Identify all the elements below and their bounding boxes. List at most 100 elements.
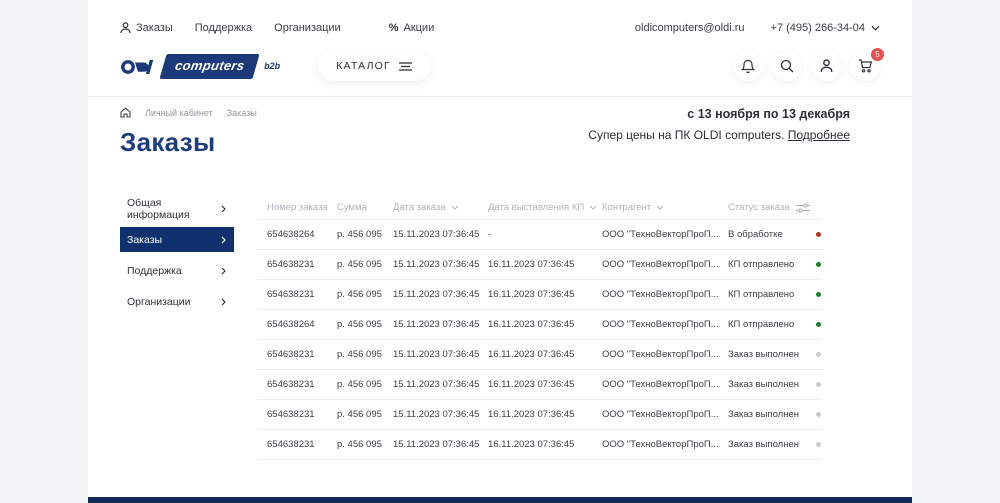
order-number-cell: 654638231 xyxy=(267,349,337,360)
kp-date-cell: 16.11.2023 07:36:45 xyxy=(488,349,602,360)
order-row[interactable]: 654638264 р. 456 095 15.11.2023 07:36:45… xyxy=(257,310,822,340)
column-header[interactable]: Контрагент xyxy=(602,202,728,213)
chevron-right-icon xyxy=(221,298,226,306)
order-date-cell: 15.11.2023 07:36:45 xyxy=(393,259,488,270)
order-row[interactable]: 654638231 р. 456 095 15.11.2023 07:36:45… xyxy=(257,430,822,460)
column-header-label: Номер заказа xyxy=(267,202,328,213)
home-icon[interactable] xyxy=(120,107,131,118)
phone-number: +7 (495) 266-34-04 xyxy=(771,22,865,34)
order-status-cell: Заказ выполнен xyxy=(728,349,816,360)
sidebar-item[interactable]: Поддержка xyxy=(120,258,234,283)
status-dot xyxy=(816,232,821,237)
kp-date-cell: 16.11.2023 07:36:45 xyxy=(488,409,602,420)
order-row[interactable]: 654638231 р. 456 095 15.11.2023 07:36:45… xyxy=(257,340,822,370)
status-dot xyxy=(816,382,821,387)
chevron-right-icon xyxy=(221,267,226,275)
kp-date-cell: 16.11.2023 07:36:45 xyxy=(488,289,602,300)
order-date-cell: 15.11.2023 07:36:45 xyxy=(393,409,488,420)
column-header-label: Сумма xyxy=(337,202,367,213)
order-status-cell: Заказ выполнен xyxy=(728,409,816,420)
order-row[interactable]: 654638231 р. 456 095 15.11.2023 07:36:45… xyxy=(257,370,822,400)
order-row[interactable]: 654638231 р. 456 095 15.11.2023 07:36:45… xyxy=(257,250,822,280)
main-header: computers b2b КАТАЛОГ 5 xyxy=(88,34,912,84)
order-sum-cell: р. 456 095 xyxy=(337,439,393,450)
status-dot-cell xyxy=(816,262,834,267)
table-filter-button[interactable] xyxy=(796,203,810,213)
promo-details-link[interactable]: Подробнее xyxy=(788,128,850,142)
sidebar-item-label: Общая информация xyxy=(127,197,221,221)
topnav-support[interactable]: Поддержка xyxy=(195,22,252,34)
logo-text: computers xyxy=(174,58,246,73)
topnav-orders-label: Заказы xyxy=(136,22,173,34)
column-header-label: Дата выставления КП xyxy=(488,202,584,213)
breadcrumb-personal-account[interactable]: Личный кабинет xyxy=(145,108,213,118)
notifications-button[interactable] xyxy=(733,51,763,81)
topnav-promos[interactable]: % Акции xyxy=(389,22,435,34)
search-icon xyxy=(780,59,794,73)
orders-table: Номер заказа Сумма Дата заказа Д xyxy=(257,196,822,460)
column-header[interactable]: Номер заказа xyxy=(267,202,337,213)
status-dot xyxy=(816,442,821,447)
order-number-cell: 654638231 xyxy=(267,289,337,300)
column-header[interactable]: Дата заказа xyxy=(393,202,488,213)
column-header[interactable]: Дата выставления КП xyxy=(488,202,602,213)
contractor-cell: ООО "ТехноВекторПроП... xyxy=(602,319,728,330)
order-sum-cell: р. 456 095 xyxy=(337,379,393,390)
promo-dates: с 13 ноября по 13 декабря xyxy=(588,107,850,121)
contractor-cell: ООО "ТехноВекторПроП... xyxy=(602,409,728,420)
order-row[interactable]: 654638231 р. 456 095 15.11.2023 07:36:45… xyxy=(257,280,822,310)
order-status-cell: В обработке xyxy=(728,229,816,240)
cart-icon xyxy=(858,59,873,73)
status-dot-cell xyxy=(816,352,834,357)
order-status-cell: КП отправлено xyxy=(728,289,816,300)
order-number-cell: 654638264 xyxy=(267,319,337,330)
status-dot-cell xyxy=(816,442,834,447)
orders-table-body: 654638264 р. 456 095 15.11.2023 07:36:45… xyxy=(257,220,822,460)
orders-table-header: Номер заказа Сумма Дата заказа Д xyxy=(257,196,822,220)
topnav-promos-label: Акции xyxy=(403,22,434,34)
topnav-organizations[interactable]: Организации xyxy=(274,22,341,34)
catalog-button[interactable]: КАТАЛОГ xyxy=(318,51,430,81)
order-number-cell: 654638231 xyxy=(267,409,337,420)
phone-dropdown[interactable]: +7 (495) 266-34-04 xyxy=(771,22,880,34)
order-sum-cell: р. 456 095 xyxy=(337,229,393,240)
account-email[interactable]: oldicomputers@oldi.ru xyxy=(635,22,745,34)
contractor-cell: ООО "ТехноВекторПроП... xyxy=(602,229,728,240)
breadcrumb: Личный кабинет Заказы xyxy=(120,107,257,118)
sidebar-item[interactable]: Организации xyxy=(120,289,234,314)
kp-date-cell: 16.11.2023 07:36:45 xyxy=(488,439,602,450)
contractor-cell: ООО "ТехноВекторПроП... xyxy=(602,259,728,270)
oldi-logo[interactable]: computers b2b xyxy=(120,54,280,79)
filter-sliders-icon xyxy=(796,203,810,213)
order-sum-cell: р. 456 095 xyxy=(337,319,393,330)
order-number-cell: 654638231 xyxy=(267,259,337,270)
order-status-cell: КП отправлено xyxy=(728,319,816,330)
catalog-button-label: КАТАЛОГ xyxy=(336,60,391,72)
topnav-organizations-label: Организации xyxy=(274,22,341,34)
status-dot xyxy=(816,322,821,327)
cart-button[interactable]: 5 xyxy=(850,51,880,81)
search-button[interactable] xyxy=(772,51,802,81)
order-status-cell: КП отправлено xyxy=(728,259,816,270)
page-title: Заказы xyxy=(120,127,257,158)
page-container: Заказы Поддержка Организации % Акции old… xyxy=(88,0,912,503)
breadcrumb-orders: Заказы xyxy=(227,108,257,118)
order-date-cell: 15.11.2023 07:36:45 xyxy=(393,289,488,300)
status-dot-cell xyxy=(816,322,834,327)
order-number-cell: 654638264 xyxy=(267,229,337,240)
order-row[interactable]: 654638264 р. 456 095 15.11.2023 07:36:45… xyxy=(257,220,822,250)
sidebar-item[interactable]: Заказы xyxy=(120,227,234,252)
order-sum-cell: р. 456 095 xyxy=(337,349,393,360)
kp-date-cell: 16.11.2023 07:36:45 xyxy=(488,259,602,270)
sidebar-item[interactable]: Общая информация xyxy=(120,196,234,221)
topnav-orders[interactable]: Заказы xyxy=(120,22,173,34)
profile-button[interactable] xyxy=(811,51,841,81)
column-header[interactable]: Сумма xyxy=(337,202,393,213)
order-status-cell: Заказ выполнен xyxy=(728,439,816,450)
kp-date-cell: 16.11.2023 07:36:45 xyxy=(488,379,602,390)
status-dot-cell xyxy=(816,382,834,387)
order-date-cell: 15.11.2023 07:36:45 xyxy=(393,379,488,390)
sort-chevron-icon xyxy=(451,205,459,210)
status-dot-cell xyxy=(816,232,834,237)
order-row[interactable]: 654638231 р. 456 095 15.11.2023 07:36:45… xyxy=(257,400,822,430)
